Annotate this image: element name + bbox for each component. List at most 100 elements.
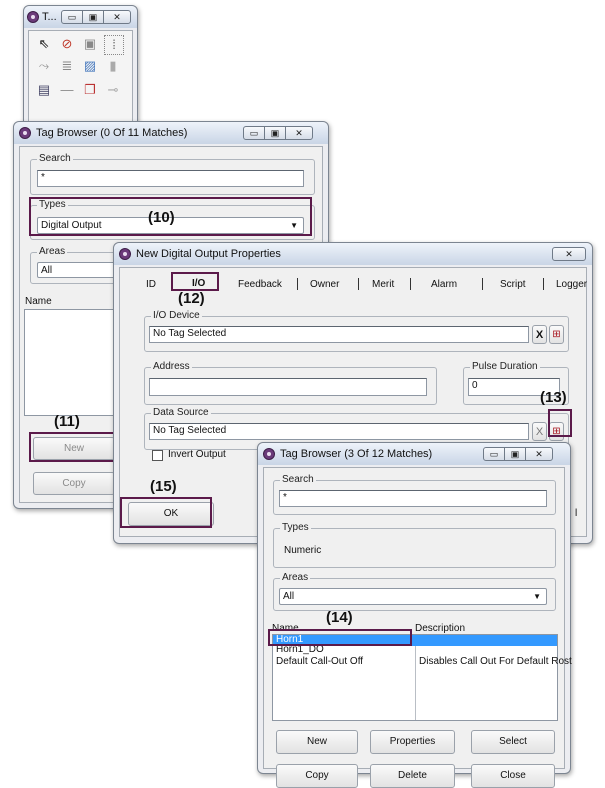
clear-icon: X (535, 426, 544, 438)
areas-value: All (283, 591, 295, 602)
new-button-highlight (29, 432, 116, 462)
close-dialog-button[interactable]: Close (471, 764, 555, 788)
types-group: Types Numeric (273, 522, 556, 568)
tag-browser-front-titlebar[interactable]: Tag Browser (3 Of 12 Matches) ▭ ▣ ✕ (258, 443, 570, 465)
tab-owner[interactable]: Owner (310, 279, 339, 290)
form-icon[interactable]: ▤ (35, 81, 53, 99)
tag-list[interactable] (24, 309, 118, 416)
address-group: Address (144, 361, 437, 405)
types-value: Numeric (284, 545, 322, 556)
table-row[interactable]: Default Call-Out Off Disables Call Out F… (273, 656, 572, 669)
tag-list[interactable]: Horn1 Horn1_DO Default Call-Out Off Disa… (272, 634, 572, 721)
data-source-field: No Tag Selected (149, 423, 529, 440)
toolbox-titlebar[interactable]: T... ▭ ▣ ✕ (24, 6, 137, 28)
address-input[interactable] (149, 378, 427, 396)
image-icon[interactable]: ▨ (81, 57, 99, 75)
maximize-button[interactable]: ▣ (504, 447, 526, 461)
app-icon (119, 248, 131, 260)
copy-icon[interactable]: ❐ (81, 81, 99, 99)
app-icon (19, 127, 31, 139)
tab-id[interactable]: ID (146, 279, 156, 290)
trash-icon[interactable]: ▮ (104, 57, 122, 75)
pulse-duration-label: Pulse Duration (470, 361, 540, 372)
key-icon[interactable]: ⊸ (104, 81, 122, 99)
tab-separator (482, 278, 483, 290)
maximize-button[interactable]: ▣ (264, 126, 286, 140)
window-title: Tag Browser (3 Of 12 Matches) (280, 448, 433, 460)
row-description: Disables Call Out For Default Rost (419, 656, 572, 667)
areas-label: Areas (37, 246, 68, 257)
data-source-label: Data Source (151, 407, 211, 418)
address-label: Address (151, 361, 192, 372)
callout-12: (12) (178, 290, 205, 307)
invert-output-label: Invert Output (168, 449, 226, 460)
horn1-row-highlight (268, 629, 412, 646)
window-title: New Digital Output Properties (136, 248, 281, 260)
text-icon[interactable]: ≣ (58, 57, 76, 75)
new-button[interactable]: New (276, 730, 358, 754)
browse-data-source-highlight (548, 409, 572, 437)
callout-14: (14) (326, 609, 353, 626)
tab-script[interactable]: Script (500, 279, 526, 290)
tab-separator (543, 278, 544, 290)
tag-browse-icon: ⊞ (552, 329, 561, 340)
tab-merit[interactable]: Merit (372, 279, 394, 290)
properties-button[interactable]: Properties (370, 730, 455, 754)
search-group: Search * (273, 474, 556, 515)
tab-feedback[interactable]: Feedback (238, 279, 282, 290)
areas-label: Areas (280, 572, 311, 583)
tab-separator (410, 278, 411, 290)
areas-value: All (41, 265, 53, 276)
areas-dropdown[interactable]: All ▼ (279, 588, 547, 605)
tab-separator (297, 278, 298, 290)
toolbox-grid: ⇖ ⊘ ▣ ⁞ ⤳ ≣ ▨ ▮ ▤ — ❐ ⊸ (28, 30, 133, 124)
pointer-icon[interactable]: ⇖ (35, 35, 53, 53)
delete-button[interactable]: Delete (370, 764, 455, 788)
areas-group: Areas All ▼ (273, 572, 556, 611)
close-button[interactable]: ✕ (525, 447, 553, 461)
clear-data-source-button[interactable]: X (532, 422, 547, 441)
ok-button-highlight (120, 497, 212, 528)
grid-icon[interactable]: ⁞ (104, 35, 124, 55)
close-button[interactable]: ✕ (285, 126, 313, 140)
select-button[interactable]: Select (471, 730, 555, 754)
clear-io-device-button[interactable]: X (532, 325, 547, 344)
app-icon (27, 11, 39, 23)
tab-logger[interactable]: Logger (556, 279, 587, 290)
delete-icon[interactable]: ⊘ (58, 35, 76, 53)
maximize-button[interactable]: ▣ (82, 10, 104, 24)
properties-titlebar[interactable]: New Digital Output Properties ✕ (114, 243, 592, 265)
close-button[interactable]: ✕ (552, 247, 586, 261)
copy-button[interactable]: Copy (33, 472, 115, 495)
search-input[interactable]: * (279, 490, 547, 507)
tab-separator (358, 278, 359, 290)
callout-11: (11) (54, 413, 80, 430)
search-input[interactable]: * (37, 170, 304, 187)
callout-13: (13) (540, 389, 567, 406)
tag-browser-back-titlebar[interactable]: Tag Browser (0 Of 11 Matches) ▭ ▣ ✕ (14, 122, 328, 144)
name-column-header: Name (25, 296, 52, 307)
io-device-group: I/O Device No Tag Selected X ⊞ (144, 310, 569, 352)
toolbox-title: T... (42, 11, 57, 23)
callout-15: (15) (150, 478, 177, 495)
chevron-down-icon: ▼ (533, 592, 541, 601)
tab-alarm[interactable]: Alarm (431, 279, 457, 290)
shape-icon[interactable]: ▣ (81, 35, 99, 53)
minimize-button[interactable]: ▭ (243, 126, 265, 140)
app-icon (263, 448, 275, 460)
search-label: Search (280, 474, 316, 485)
copy-button[interactable]: Copy (276, 764, 358, 788)
toolbox-window: T... ▭ ▣ ✕ ⇖ ⊘ ▣ ⁞ ⤳ ≣ ▨ ▮ ▤ — ❐ ⊸ (23, 5, 138, 129)
search-group: Search * (30, 153, 315, 195)
minimize-button[interactable]: ▭ (61, 10, 83, 24)
line-icon[interactable]: — (58, 81, 76, 99)
browse-io-device-button[interactable]: ⊞ (549, 325, 564, 344)
window-title: Tag Browser (0 Of 11 Matches) (36, 127, 188, 139)
invert-output-checkbox[interactable] (152, 450, 163, 461)
io-tab-highlight (171, 272, 219, 291)
close-button[interactable]: ✕ (103, 10, 131, 24)
minimize-button[interactable]: ▭ (483, 447, 505, 461)
wire-icon[interactable]: ⤳ (35, 57, 53, 75)
tag-browser-front-window: Tag Browser (3 Of 12 Matches) ▭ ▣ ✕ Sear… (257, 442, 572, 788)
search-label: Search (37, 153, 73, 164)
